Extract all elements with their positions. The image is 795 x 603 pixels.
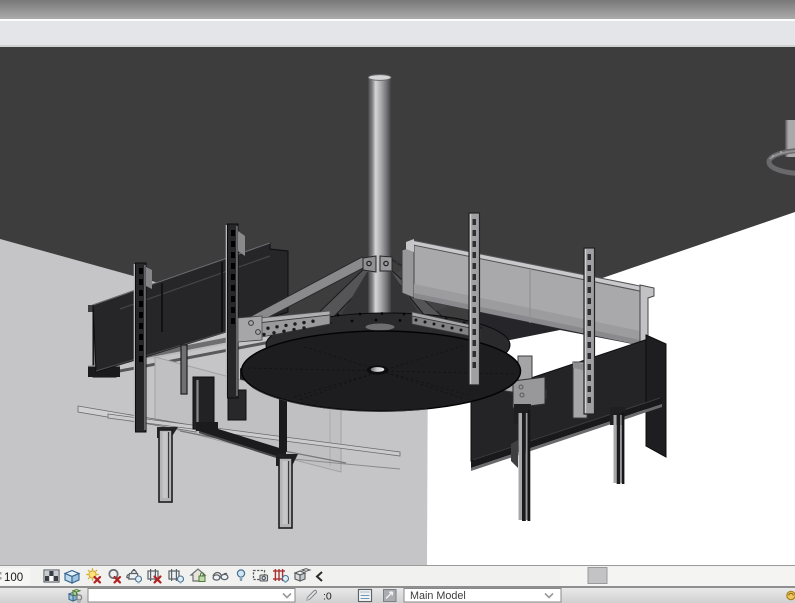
svg-text:100: 100 [4,572,23,584]
svg-text:Main Model: Main Model [410,590,466,602]
svg-text::0: :0 [323,591,332,603]
